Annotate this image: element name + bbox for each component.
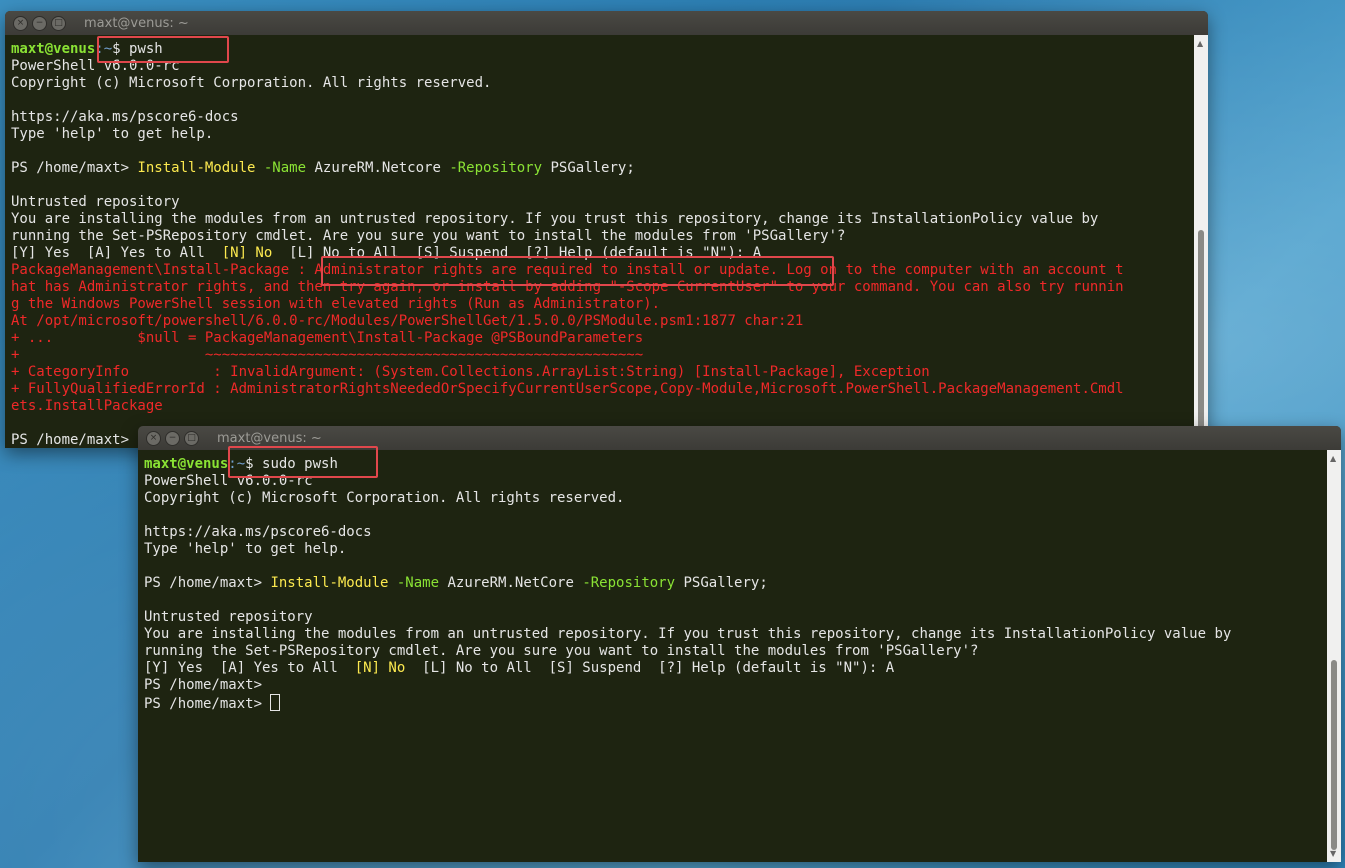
minimize-icon[interactable]: −	[165, 430, 180, 446]
error-line: + FullyQualifiedErrorId : AdministratorR…	[11, 381, 1124, 397]
docs-url: https://aka.ms/pscore6-docs	[144, 524, 372, 540]
param-value: PSGallery;	[542, 160, 635, 176]
error-line: + ... $null = PackageManagement\Install-…	[11, 330, 644, 346]
help-line: Type 'help' to get help.	[144, 541, 347, 557]
terminal-cursor[interactable]	[270, 694, 281, 711]
window-1-titlebar[interactable]: × − □ maxt@venus: ~	[5, 11, 1208, 35]
ps-prompt: PS /home/maxt>	[144, 575, 271, 591]
param-name: -Repository	[440, 160, 543, 176]
error-line: g the Windows PowerShell session with el…	[11, 296, 661, 312]
terminal-window-2[interactable]: × − □ maxt@venus: ~ maxt@venus:~$ sudo p…	[138, 426, 1341, 862]
ps-prompt: PS /home/maxt>	[11, 432, 130, 448]
scroll-down-icon[interactable]: ▼	[1330, 849, 1336, 858]
untrusted-heading: Untrusted repository	[144, 609, 313, 625]
terminal-output-2[interactable]: maxt@venus:~$ sudo pwsh PowerShell v6.0.…	[138, 450, 1327, 862]
ps-prompt: PS /home/maxt>	[144, 696, 271, 712]
param-value: PSGallery;	[675, 575, 768, 591]
param-value: AzureRM.Netcore	[306, 160, 441, 176]
ps-prompt: PS /home/maxt>	[11, 160, 138, 176]
choice-line: [Y] Yes [A] Yes to All	[11, 245, 222, 261]
error-line: + ~~~~~~~~~~~~~~~~~~~~~~~~~~~~~~~~~~~~~~…	[11, 347, 644, 363]
terminal-window-1[interactable]: × − □ maxt@venus: ~ maxt@venus:~$ pwsh P…	[5, 11, 1208, 448]
highlight-box-sudo-pwsh	[228, 446, 378, 478]
warning-line: running the Set-PSRepository cmdlet. Are…	[144, 643, 979, 659]
scroll-thumb[interactable]	[1331, 660, 1337, 850]
banner-line: Copyright (c) Microsoft Corporation. All…	[11, 75, 492, 91]
scroll-up-icon[interactable]: ▲	[1330, 454, 1336, 463]
docs-url: https://aka.ms/pscore6-docs	[11, 109, 239, 125]
banner-line: Copyright (c) Microsoft Corporation. All…	[144, 490, 625, 506]
help-line: Type 'help' to get help.	[11, 126, 214, 142]
param-name: -Name	[388, 575, 440, 591]
window-1-title: maxt@venus: ~	[84, 15, 189, 31]
param-name: -Name	[255, 160, 307, 176]
maximize-icon[interactable]: □	[184, 430, 199, 446]
close-icon[interactable]: ×	[146, 430, 161, 446]
minimize-icon[interactable]: −	[32, 15, 47, 31]
param-value: AzureRM.NetCore	[439, 575, 574, 591]
scrollbar[interactable]: ▲ ▼	[1327, 450, 1341, 862]
cmdlet-name: Install-Module	[270, 575, 389, 591]
window-2-title: maxt@venus: ~	[217, 430, 322, 446]
maximize-icon[interactable]: □	[51, 15, 66, 31]
error-line: ets.InstallPackage	[11, 398, 163, 414]
close-icon[interactable]: ×	[13, 15, 28, 31]
scroll-up-icon[interactable]: ▲	[1197, 39, 1203, 48]
untrusted-heading: Untrusted repository	[11, 194, 180, 210]
cmdlet-name: Install-Module	[137, 160, 256, 176]
param-name: -Repository	[573, 575, 676, 591]
choice-default: [N] No	[354, 660, 406, 676]
ps-prompt: PS /home/maxt>	[144, 677, 263, 693]
warning-line: You are installing the modules from an u…	[144, 626, 1232, 642]
user-host: maxt@venus	[144, 456, 229, 472]
scroll-thumb[interactable]	[1198, 230, 1204, 430]
error-line: + CategoryInfo : InvalidArgument: (Syste…	[11, 364, 930, 380]
warning-line: running the Set-PSRepository cmdlet. Are…	[11, 228, 846, 244]
user-host: maxt@venus	[11, 41, 96, 57]
choice-line-rest: [L] No to All [S] Suspend [?] Help (defa…	[405, 660, 895, 676]
highlight-box-admin-error	[321, 256, 834, 286]
choice-line: [Y] Yes [A] Yes to All	[144, 660, 355, 676]
highlight-box-pwsh	[97, 36, 229, 63]
choice-default: [N] No	[221, 245, 273, 261]
scrollbar[interactable]: ▲	[1194, 35, 1208, 448]
error-line: At /opt/microsoft/powershell/6.0.0-rc/Mo…	[11, 313, 804, 329]
terminal-output-1[interactable]: maxt@venus:~$ pwsh PowerShell v6.0.0-rc …	[5, 35, 1194, 448]
warning-line: You are installing the modules from an u…	[11, 211, 1099, 227]
